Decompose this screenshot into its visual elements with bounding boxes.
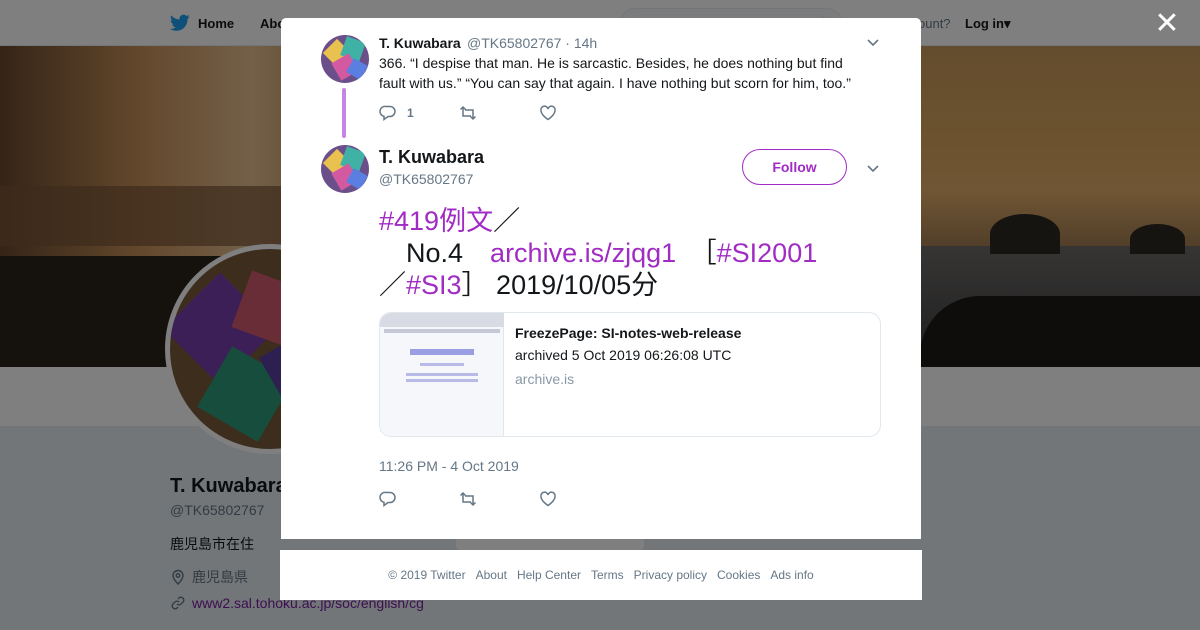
tweet-permalink-modal: T. Kuwabara @TK65802767 · 14h 366. “I de… [281,18,921,539]
hashtag-link[interactable]: #SI2001 [717,238,818,268]
footer-link-cookies[interactable]: Cookies [717,568,760,582]
follow-button[interactable]: Follow [742,149,847,185]
tweet-text-line: No.4 archive.is/zjqg1 ［#SI2001 [379,237,879,269]
reply-icon [379,105,396,121]
tweet-text-line: #419例文／ [379,205,879,237]
modal-footer: © 2019 Twitter About Help Center Terms P… [280,550,922,600]
like-button[interactable] [539,104,619,122]
retweet-button[interactable] [459,104,539,122]
card-title: FreezePage: SI-notes-web-release [515,325,742,341]
thread-connector [342,88,346,138]
parent-tweet-text: 366. “I despise that man. He is sarcasti… [379,55,851,91]
parent-tweet-avatar[interactable] [321,35,369,83]
reply-button[interactable] [379,490,459,508]
card-domain: archive.is [515,371,575,387]
hashtag-link[interactable]: #419例文 [379,206,493,236]
footer-link-privacy[interactable]: Privacy policy [634,568,707,582]
chevron-down-icon[interactable] [865,34,881,50]
parent-tweet-name[interactable]: T. Kuwabara [379,35,461,51]
chevron-down-icon[interactable] [865,160,881,176]
footer-copyright: © 2019 Twitter [388,568,466,582]
link-preview-card[interactable]: FreezePage: SI-notes-web-release archive… [379,312,881,437]
parent-tweet-handle[interactable]: @TK65802767 · 14h [467,35,597,51]
tweet-text-fragment: No.4 [379,238,491,268]
tweet-text: #419例文／ No.4 archive.is/zjqg1 ［#SI2001 ／… [379,205,879,301]
close-icon[interactable]: ✕ [1152,9,1182,40]
reply-icon [379,491,396,507]
footer-link-about[interactable]: About [476,568,507,582]
retweet-icon [459,105,477,121]
tweet-timestamp[interactable]: 11:26 PM - 4 Oct 2019 [379,458,519,474]
card-thumbnail [380,313,504,436]
retweet-button[interactable] [459,490,539,508]
tweet-text-fragment: ／ [379,270,406,300]
tweet-text-fragment: ［ [676,238,717,268]
like-button[interactable] [539,490,619,508]
tweet-author-handle[interactable]: @TK65802767 [379,171,473,187]
like-icon [540,491,556,507]
tweet-author-avatar[interactable] [321,145,369,193]
tweet-author-name[interactable]: T. Kuwabara [379,147,484,168]
tweet-actions [379,490,619,508]
parent-tweet-actions: 1 [379,104,619,122]
hashtag-link[interactable]: #SI3 [406,270,462,300]
tweet-text-fragment: ］ 2019/10/05分 [461,270,659,300]
footer-link-ads-info[interactable]: Ads info [770,568,813,582]
reply-button[interactable]: 1 [379,104,459,122]
reply-count: 1 [407,106,414,120]
footer-link-help-center[interactable]: Help Center [517,568,581,582]
archive-link[interactable]: archive.is/zjqg1 [490,238,676,268]
retweet-icon [459,491,477,507]
like-icon [540,105,556,121]
card-description: archived 5 Oct 2019 06:26:08 UTC [515,347,732,363]
footer-link-terms[interactable]: Terms [591,568,624,582]
tweet-text-fragment: ／ [493,206,521,236]
tweet-text-line: ／#SI3］ 2019/10/05分 [379,269,879,301]
